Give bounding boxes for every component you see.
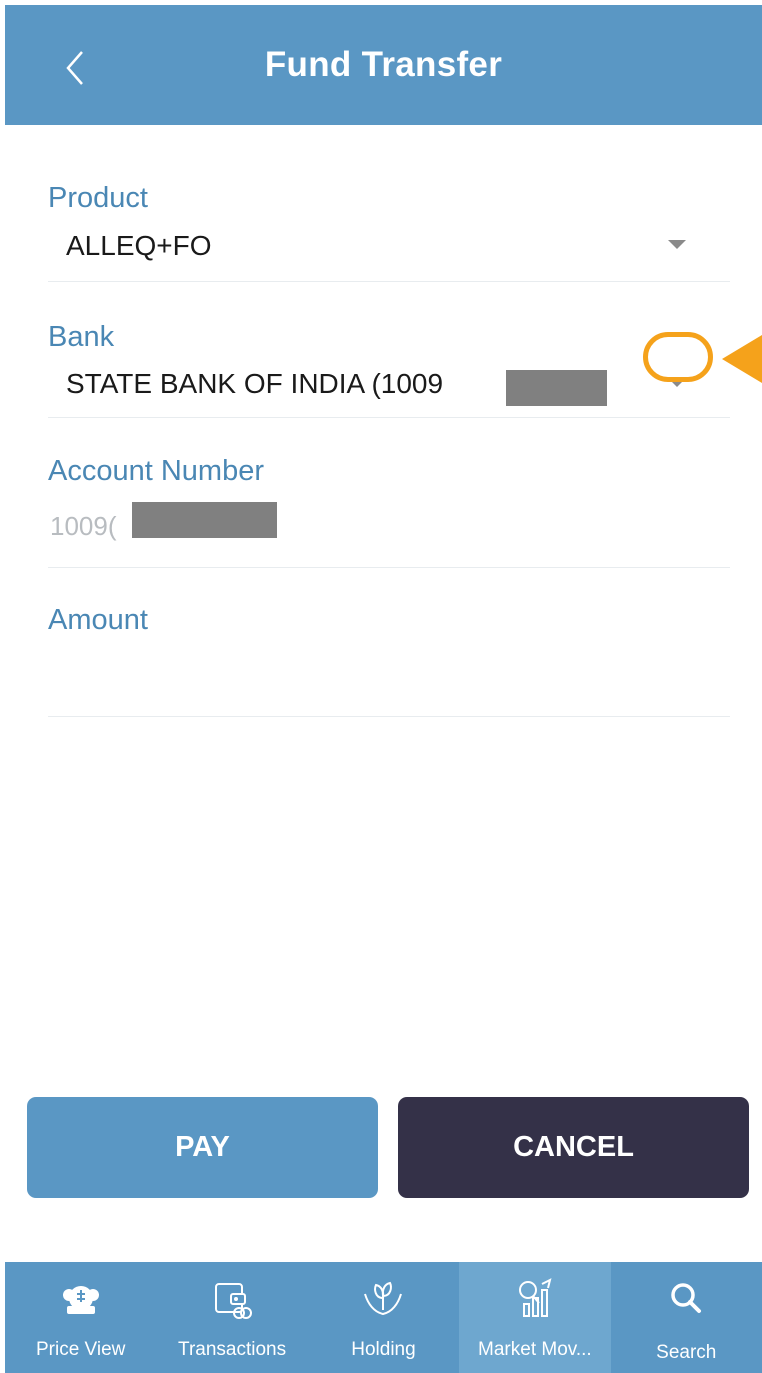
nav-item-price-view[interactable]: Price View	[5, 1262, 156, 1373]
account-number-value: 1009(	[50, 511, 117, 541]
product-value: ALLEQ+FO	[66, 230, 212, 261]
redacted-block	[506, 370, 607, 406]
bank-select[interactable]: Bank STATE BANK OF INDIA (1009	[48, 318, 730, 418]
amount-label: Amount	[48, 604, 148, 636]
pointer-arrow-icon	[722, 335, 762, 383]
page-title: Fund Transfer	[264, 45, 503, 84]
price-view-icon	[62, 1286, 99, 1314]
nav-item-holding[interactable]: Holding	[308, 1262, 459, 1373]
account-number-label: Account Number	[48, 455, 264, 487]
account-number-field: Account Number 1009(	[48, 455, 730, 568]
cancel-button[interactable]: CANCEL	[398, 1097, 749, 1198]
nav-label: Market Mov...	[478, 1339, 592, 1360]
market-chart-icon	[518, 1278, 552, 1317]
nav-label: Search	[656, 1342, 717, 1363]
chevron-down-icon[interactable]	[668, 240, 686, 249]
highlight-circle	[643, 332, 713, 382]
nav-item-market-movers[interactable]: Market Mov...	[459, 1262, 611, 1373]
nav-label: Holding	[351, 1339, 416, 1360]
product-select[interactable]: Product ALLEQ+FO	[48, 180, 730, 282]
plant-hands-icon	[364, 1281, 403, 1316]
search-icon	[671, 1283, 702, 1313]
nav-item-transactions[interactable]: Transactions	[156, 1262, 307, 1373]
bottom-nav: Price View Transactions Holding Market M…	[5, 1262, 762, 1373]
nav-label: Transactions	[178, 1339, 287, 1360]
product-label: Product	[48, 182, 148, 214]
wallet-icon	[215, 1283, 253, 1319]
redacted-block	[132, 502, 277, 538]
app-header: Fund Transfer	[5, 5, 762, 125]
amount-field[interactable]: Amount	[48, 603, 730, 717]
pay-button[interactable]: PAY	[27, 1097, 378, 1198]
nav-label: Price View	[35, 1339, 126, 1360]
nav-item-search[interactable]: Search	[611, 1262, 762, 1373]
bank-label: Bank	[48, 321, 115, 353]
bank-value: STATE BANK OF INDIA (1009	[66, 368, 444, 399]
